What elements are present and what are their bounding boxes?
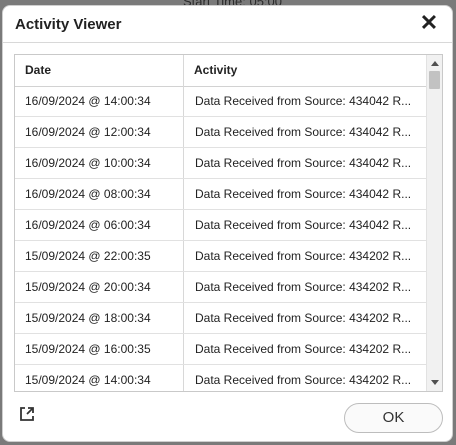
row-date: 16/09/2024 @ 12:00:34: [25, 125, 151, 139]
row-date: 15/09/2024 @ 18:00:34: [25, 311, 151, 325]
column-header-activity[interactable]: Activity: [183, 55, 426, 86]
table-row[interactable]: 15/09/2024 @ 16:00:35 Data Received from …: [15, 334, 426, 365]
row-date: 15/09/2024 @ 14:00:34: [25, 373, 151, 387]
row-date: 15/09/2024 @ 16:00:35: [25, 342, 151, 356]
row-activity: Data Received from Source: 434202 R...: [183, 365, 426, 391]
table-row[interactable]: 15/09/2024 @ 18:00:34 Data Received from …: [15, 303, 426, 334]
activity-viewer-dialog: Activity Viewer ✕ Date Activity 16/09/20…: [2, 5, 453, 442]
scrollbar-thumb[interactable]: [429, 71, 440, 89]
external-link-icon[interactable]: [18, 405, 36, 423]
table-body: 16/09/2024 @ 14:00:34 Data Received from …: [15, 86, 426, 391]
chevron-up-icon[interactable]: [431, 61, 439, 66]
row-date: 16/09/2024 @ 06:00:34: [25, 218, 151, 232]
close-icon[interactable]: ✕: [418, 11, 440, 35]
row-activity: Data Received from Source: 434042 R...: [183, 179, 426, 209]
chevron-down-icon[interactable]: [431, 380, 439, 385]
row-date: 15/09/2024 @ 22:00:35: [25, 249, 151, 263]
row-activity: Data Received from Source: 434042 R...: [183, 117, 426, 147]
table-row[interactable]: 16/09/2024 @ 08:00:34 Data Received from …: [15, 179, 426, 210]
row-activity: Data Received from Source: 434042 R...: [183, 210, 426, 240]
row-activity: Data Received from Source: 434042 R...: [183, 148, 426, 178]
row-activity: Data Received from Source: 434202 R...: [183, 303, 426, 333]
row-activity: Data Received from Source: 434202 R...: [183, 241, 426, 271]
dialog-title-bar: Activity Viewer ✕: [3, 6, 452, 43]
table-row[interactable]: 16/09/2024 @ 12:00:34 Data Received from …: [15, 117, 426, 148]
row-date: 15/09/2024 @ 20:00:34: [25, 280, 151, 294]
table-row[interactable]: 16/09/2024 @ 10:00:34 Data Received from …: [15, 148, 426, 179]
table-row[interactable]: 15/09/2024 @ 14:00:34 Data Received from …: [15, 365, 426, 391]
row-date: 16/09/2024 @ 08:00:34: [25, 187, 151, 201]
table-header: Date Activity: [15, 55, 426, 87]
row-activity: Data Received from Source: 434042 R...: [183, 86, 426, 116]
row-date: 16/09/2024 @ 10:00:34: [25, 156, 151, 170]
table-row[interactable]: 16/09/2024 @ 14:00:34 Data Received from …: [15, 86, 426, 117]
activity-table: Date Activity 16/09/2024 @ 14:00:34 Data …: [14, 54, 443, 392]
table-row[interactable]: 16/09/2024 @ 06:00:34 Data Received from …: [15, 210, 426, 241]
table-row[interactable]: 15/09/2024 @ 20:00:34 Data Received from …: [15, 272, 426, 303]
row-date: 16/09/2024 @ 14:00:34: [25, 94, 151, 108]
row-activity: Data Received from Source: 434202 R...: [183, 334, 426, 364]
dialog-title: Activity Viewer: [15, 16, 122, 33]
ok-button[interactable]: OK: [344, 403, 443, 433]
table-row[interactable]: 15/09/2024 @ 22:00:35 Data Received from …: [15, 241, 426, 272]
vertical-scrollbar[interactable]: [426, 55, 442, 391]
column-header-date[interactable]: Date: [15, 55, 183, 86]
row-activity: Data Received from Source: 434202 R...: [183, 272, 426, 302]
